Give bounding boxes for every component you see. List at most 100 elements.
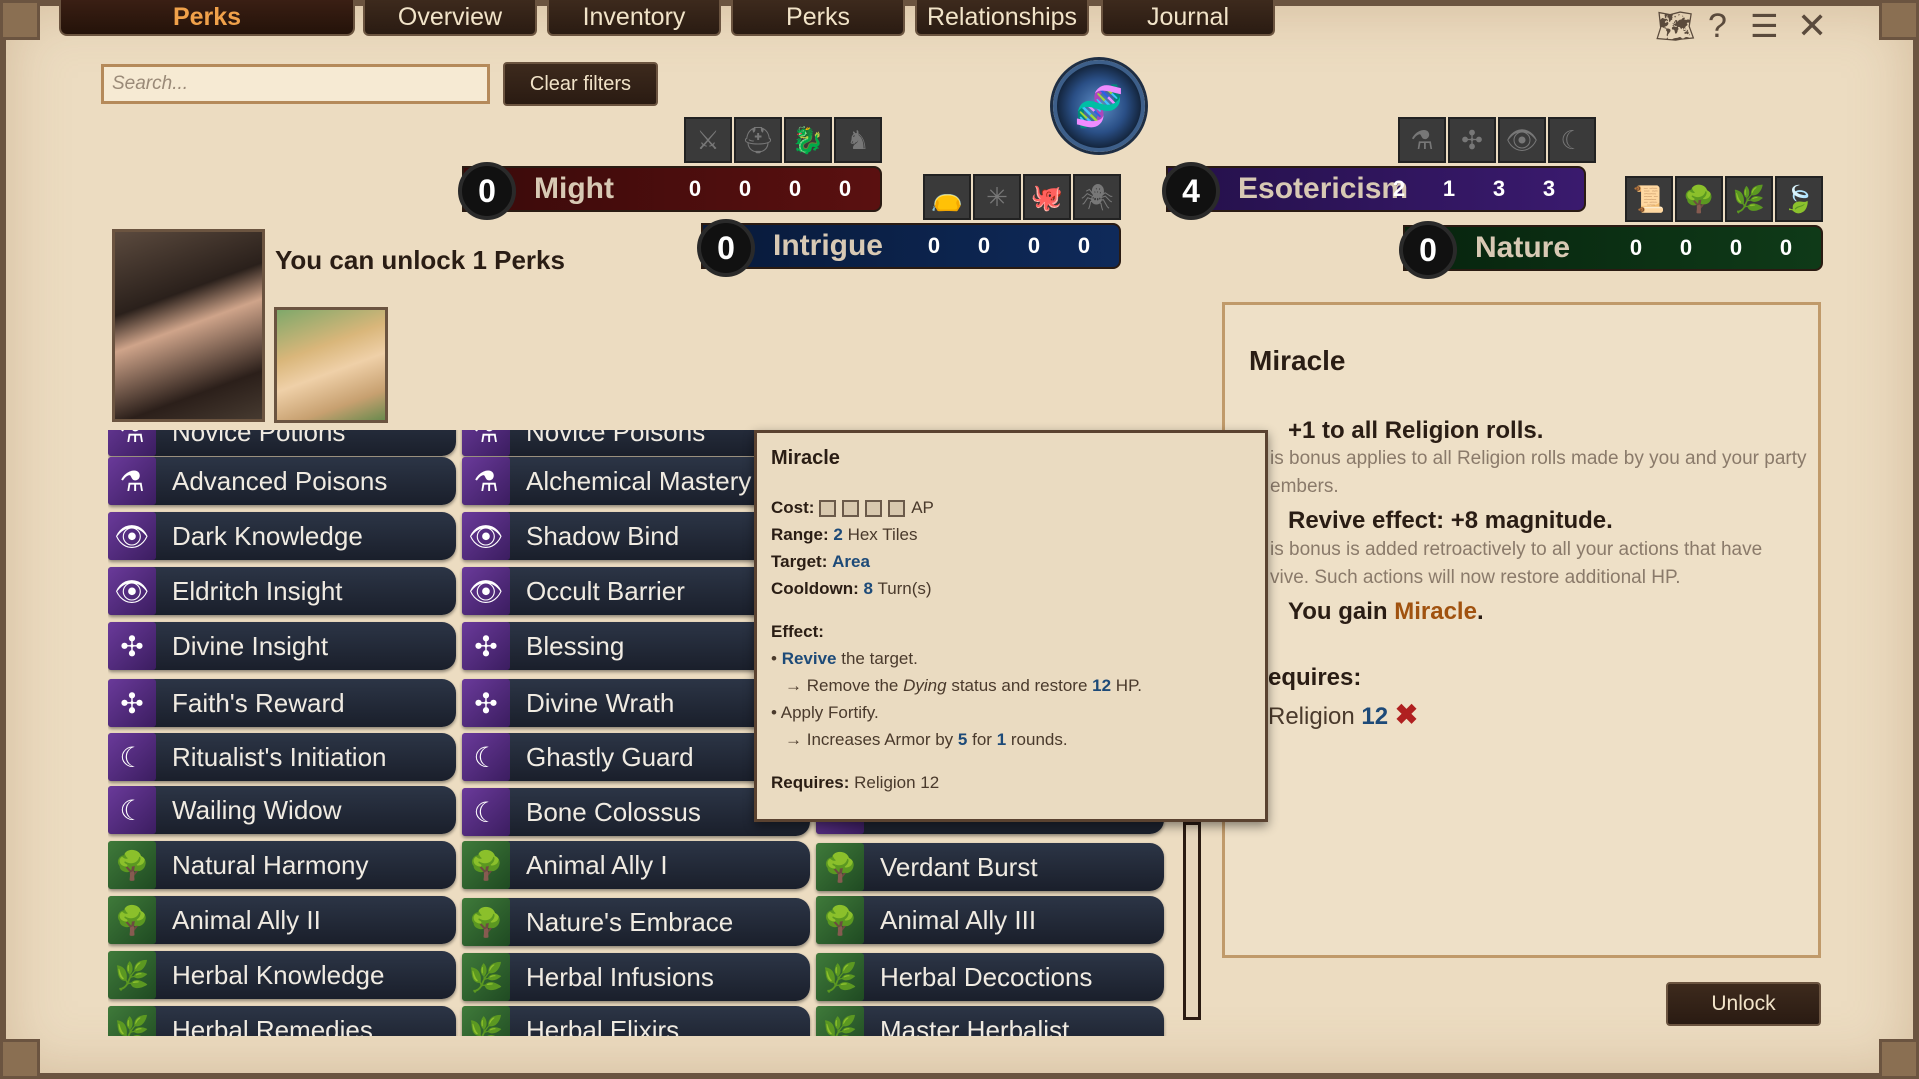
perk-item[interactable]: ✣ Divine Insight — [108, 622, 456, 670]
octopus-icon[interactable]: 🐙 — [1023, 174, 1071, 220]
detail-bonus-1: +1 to all Religion rolls. — [1288, 417, 1544, 444]
nature-value: 0 — [1629, 235, 1643, 260]
requires-label: Requires: — [771, 773, 850, 792]
perk-item[interactable]: ⚗ Novice Potions — [108, 430, 456, 456]
might-slots: ⚔ ⛑ 🐉 ♞ — [684, 117, 882, 163]
unlock-button[interactable]: Unlock — [1666, 982, 1821, 1026]
main-character-portrait[interactable] — [112, 229, 265, 422]
perk-label: Herbal Knowledge — [172, 960, 385, 990]
companion-portrait[interactable] — [274, 307, 388, 423]
tree-icon[interactable]: 🌳 — [1675, 176, 1723, 222]
perk-item[interactable]: 🌿 Herbal Infusions — [462, 953, 810, 1001]
perk-item[interactable]: 🌿 Herbal Remedies — [108, 1006, 456, 1036]
perk-label: Novice Poisons — [526, 430, 706, 447]
perk-item[interactable]: ✣ Faith's Reward — [108, 679, 456, 727]
eye-icon: 👁 — [462, 567, 510, 615]
perk-label: Animal Ally II — [172, 905, 321, 935]
ap-cost-boxes — [819, 498, 911, 518]
requires-value: Religion 12 — [854, 773, 940, 792]
ritual-hand-icon[interactable]: ☾ — [1548, 117, 1596, 163]
cooldown-unit: Turn(s) — [877, 579, 932, 598]
herb-icon: 🌿 — [816, 1006, 864, 1036]
holy-symbol-icon[interactable]: ✣ — [1448, 117, 1496, 163]
tab-inventory[interactable]: Inventory — [547, 0, 721, 36]
dragon-icon[interactable]: 🐉 — [784, 117, 832, 163]
nature-value: 0 — [1729, 235, 1743, 260]
cooldown-label: Cooldown: — [771, 579, 859, 598]
perk-label: Alchemical Mastery — [526, 466, 752, 496]
perk-item[interactable]: 👁 Dark Knowledge — [108, 512, 456, 560]
map-icon[interactable]: 🗺 — [1655, 8, 1696, 44]
rounds-value: 1 — [996, 730, 1007, 749]
ritual-hand-icon: ☾ — [462, 788, 510, 836]
perk-item[interactable]: 👁 Eldritch Insight — [108, 567, 456, 615]
perk-item[interactable]: 🌳 Natural Harmony — [108, 841, 456, 889]
spider-icon[interactable]: 🕷 — [1073, 174, 1121, 220]
tooltip-cooldown: Cooldown: 8 Turn(s) — [771, 575, 1251, 602]
perk-label: Eldritch Insight — [172, 576, 343, 606]
eye-icon[interactable]: 👁 — [1498, 117, 1546, 163]
nature-stat-bar: 0 Nature 0 0 0 0 — [1399, 221, 1823, 279]
perk-item[interactable]: 🌳 Animal Ally II — [108, 896, 456, 944]
gain-perk-name: Miracle — [1394, 598, 1477, 625]
text: rounds. — [1010, 730, 1068, 749]
effect-apply-fortify: • Apply Fortify. — [771, 703, 879, 722]
perk-label: Occult Barrier — [526, 576, 685, 606]
tab-perks-active[interactable]: Perks — [59, 0, 355, 36]
perk-item[interactable]: 🌿 Herbal Elixirs — [462, 1006, 810, 1036]
perk-item[interactable]: ☾ Ritualist's Initiation — [108, 733, 456, 781]
tab-journal[interactable]: Journal — [1101, 0, 1275, 36]
perk-list-scrollbar[interactable] — [1183, 822, 1201, 1020]
perk-label: Dark Knowledge — [172, 521, 363, 551]
perk-item[interactable]: 🌳 Animal Ally I — [462, 841, 810, 889]
might-level: 0 — [458, 162, 516, 220]
tab-overview[interactable]: Overview — [363, 0, 537, 36]
scroll-icon[interactable]: 📜 — [1625, 176, 1673, 222]
target-label: Target: — [771, 552, 828, 571]
herb-icon[interactable]: 🌿 — [1725, 176, 1773, 222]
leaf-icon[interactable]: 🍃 — [1775, 176, 1823, 222]
tab-relationships[interactable]: Relationships — [915, 0, 1089, 36]
nature-label: Nature — [1475, 231, 1571, 264]
helmet-icon[interactable]: ⛑ — [734, 117, 782, 163]
perk-item[interactable]: ⚗ Advanced Poisons — [108, 457, 456, 505]
perk-label: Divine Insight — [172, 631, 329, 661]
knight-icon[interactable]: ♞ — [834, 117, 882, 163]
req-value: 12 — [1361, 703, 1389, 730]
perk-item[interactable]: 🌳 Verdant Burst — [816, 843, 1164, 891]
perk-item[interactable]: 🌿 Herbal Knowledge — [108, 951, 456, 999]
might-value: 0 — [688, 176, 702, 201]
perk-item[interactable]: 🌿 Master Herbalist — [816, 1006, 1164, 1036]
nature-value: 0 — [1779, 235, 1793, 260]
perk-item[interactable]: ☾ Wailing Widow — [108, 786, 456, 834]
text: for — [972, 730, 992, 749]
help-icon[interactable]: ? — [1708, 8, 1727, 44]
target-value: Area — [832, 552, 870, 571]
tree-icon: 🌳 — [108, 896, 156, 944]
bag-icon[interactable]: 👝 — [923, 174, 971, 220]
tab-perks[interactable]: Perks — [731, 0, 905, 36]
clear-filters-button[interactable]: Clear filters — [503, 62, 658, 106]
perk-label: Novice Potions — [172, 430, 346, 447]
range-value: 2 — [833, 525, 843, 544]
perk-item[interactable]: 🌳 Nature's Embrace — [462, 898, 810, 946]
intrigue-value: 0 — [977, 233, 991, 258]
perk-label: Herbal Decoctions — [880, 962, 1093, 992]
esotericism-value: 2 — [1392, 176, 1406, 201]
potion-icon[interactable]: ⚗ — [1398, 117, 1446, 163]
perk-item[interactable]: 🌿 Herbal Decoctions — [816, 953, 1164, 1001]
herb-icon: 🌿 — [462, 953, 510, 1001]
text: → Increases Armor by — [785, 730, 954, 749]
web-icon[interactable]: ✳ — [973, 174, 1021, 220]
unmet-x-icon: ✖ — [1394, 699, 1419, 730]
close-icon[interactable]: ✕ — [1797, 8, 1827, 44]
detail-bonus-1-desc: is bonus applies to all Religion rolls m… — [1270, 448, 1807, 469]
search-input[interactable]: Search... — [101, 64, 490, 104]
perk-label: Ghastly Guard — [526, 742, 694, 772]
perk-item[interactable]: 🌳 Animal Ally III — [816, 896, 1164, 944]
warrior-icon[interactable]: ⚔ — [684, 117, 732, 163]
menu-icon[interactable]: ☰ — [1750, 8, 1779, 44]
perk-label: Wailing Widow — [172, 795, 342, 825]
frame-corner — [0, 0, 40, 40]
perk-tooltip: Miracle Cost: AP Range: 2 Hex Tiles Targ… — [754, 430, 1268, 822]
